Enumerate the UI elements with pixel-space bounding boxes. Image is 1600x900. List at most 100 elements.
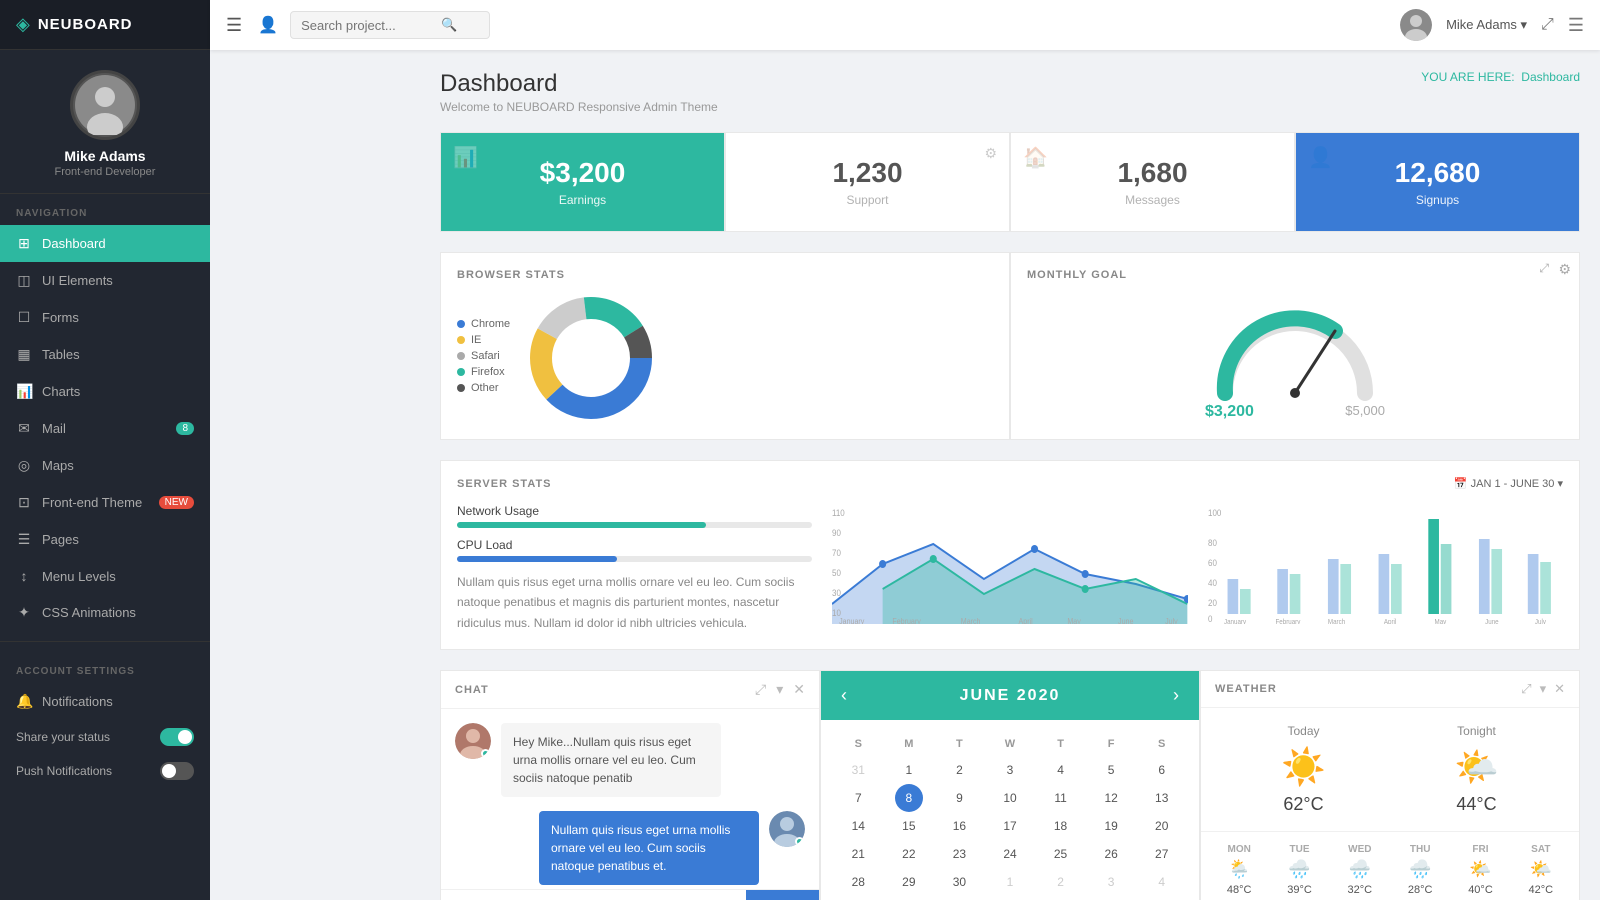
sidebar-item-pages[interactable]: ☰ Pages [0,521,210,558]
chat-expand-icon[interactable]: ⤢ [755,681,766,698]
search-input[interactable] [301,18,441,33]
user-icon-button[interactable]: 👤 [258,15,278,35]
calendar-day[interactable]: 4 [1136,868,1187,896]
calendar-day[interactable]: 12 [1086,784,1137,812]
tables-icon: ▦ [16,346,32,363]
calendar-day[interactable]: 18 [1035,812,1086,840]
calendar-day[interactable]: 29 [884,868,935,896]
monthly-goal-title: MONTHLY GOAL [1027,269,1563,281]
sidebar-item-mail[interactable]: ✉ Mail 8 [0,410,210,447]
push-notifications-toggle[interactable] [160,762,194,780]
svg-text:June: June [1485,619,1499,624]
calendar-day[interactable]: 1 [884,756,935,784]
calendar-day[interactable]: 10 [985,784,1036,812]
sidebar-item-notifications[interactable]: 🔔 Notifications [0,683,210,720]
area-chart: 110 90 70 50 30 10 January February Marc… [832,504,1187,624]
goal-current: $3,200 [1205,403,1254,421]
legend-other: Other [457,382,510,394]
calendar-day[interactable]: 27 [1136,840,1187,868]
main-content: Dashboard Welcome to NEUBOARD Responsive… [420,50,1600,900]
calendar-day[interactable]: 4 [1035,756,1086,784]
gear-icon[interactable]: ⚙ [984,145,997,162]
calendar-day[interactable]: 17 [985,812,1036,840]
avatar [70,70,140,140]
topbar-menu-icon[interactable]: ☰ [1568,15,1584,36]
frontend-theme-icon: ⊡ [16,494,32,511]
calendar-day[interactable]: 6 [1136,756,1187,784]
sidebar-item-charts[interactable]: 📊 Charts [0,373,210,410]
calendar-day[interactable]: 8 [895,784,923,812]
share-status-toggle[interactable] [160,728,194,746]
svg-text:50: 50 [832,568,841,579]
calendar-day[interactable]: 28 [833,868,884,896]
sidebar-item-maps[interactable]: ◎ Maps [0,447,210,484]
calendar-day[interactable]: 26 [1086,840,1137,868]
sidebar-item-ui-elements[interactable]: ◫ UI Elements [0,262,210,299]
weather-collapse-icon[interactable]: ▾ [1540,681,1547,697]
calendar-day[interactable]: 3 [1086,868,1137,896]
svg-text:40: 40 [1208,578,1217,589]
calendar-day[interactable]: 16 [934,812,985,840]
messages-card: 🏠 1,680 Messages [1010,132,1295,232]
sidebar-item-menu-levels[interactable]: ↕ Menu Levels [0,558,210,594]
expand-icon[interactable]: ⤢ [1541,16,1554,34]
calendar-day[interactable]: 1 [985,868,1036,896]
weather-forecast: MON 🌦️ 48°C TUE 🌧️ 39°C WED 🌧️ 32°C THU … [1201,832,1579,900]
weather-close-icon[interactable]: ✕ [1554,681,1565,697]
bar-chart-section: 100 80 60 40 20 0 [1208,504,1563,633]
calendar-day[interactable]: 20 [1136,812,1187,840]
svg-text:May: May [1434,619,1446,624]
calendar-day[interactable]: 31 [833,756,884,784]
sidebar-item-label: Front-end Theme [42,495,142,510]
svg-text:0: 0 [1208,614,1213,624]
calendar-day[interactable]: 15 [884,812,935,840]
calendar-week-row: 14151617181920 [833,812,1187,840]
calendar-weeks: 3112345678910111213141516171819202122232… [833,756,1187,896]
calendar-day[interactable]: 14 [833,812,884,840]
chat-collapse-icon[interactable]: ▾ [776,681,783,698]
calendar-day[interactable]: 19 [1086,812,1137,840]
calendar-day[interactable]: 9 [934,784,985,812]
calendar-day[interactable]: 24 [985,840,1036,868]
signups-value: 12,680 [1395,157,1481,189]
bottom-row: CHAT ⤢ ▾ ✕ Hey Mike...Nullam quis risus … [440,670,1580,900]
calendar-next-button[interactable]: › [1173,685,1179,706]
forms-icon: ☐ [16,309,32,326]
calendar-prev-button[interactable]: ‹ [841,685,847,706]
push-notifications-label: Push Notifications [16,764,160,778]
calendar-day[interactable]: 7 [833,784,884,812]
calendar-day[interactable]: 25 [1035,840,1086,868]
sidebar-item-frontend-theme[interactable]: ⊡ Front-end Theme NEW [0,484,210,521]
sidebar-item-forms[interactable]: ☐ Forms [0,299,210,336]
chat-input[interactable] [441,890,746,900]
chat-send-button[interactable]: SEND [746,890,819,900]
sidebar-item-tables[interactable]: ▦ Tables [0,336,210,373]
weather-expand-icon[interactable]: ⤢ [1521,681,1531,697]
hamburger-button[interactable]: ☰ [226,15,242,36]
calendar-day[interactable]: 23 [934,840,985,868]
topbar-avatar [1400,9,1432,41]
signups-icon: 👤 [1308,145,1333,170]
calendar-day[interactable]: 2 [934,756,985,784]
server-desc: Nullam quis risus eget urna mollis ornar… [457,572,812,633]
sidebar-item-label: Dashboard [42,236,106,251]
calendar-day[interactable]: 11 [1035,784,1086,812]
calendar-day[interactable]: 22 [884,840,935,868]
cpu-progress-fill [457,556,617,562]
calendar-day[interactable]: 13 [1136,784,1187,812]
calendar-day[interactable]: 2 [1035,868,1086,896]
goal-gear-icon[interactable]: ⚙ [1558,261,1571,278]
goal-expand-icon[interactable]: ⤢ [1539,261,1549,276]
calendar-day[interactable]: 21 [833,840,884,868]
chat-bubble-sent: Nullam quis risus eget urna mollis ornar… [539,811,759,885]
page-header: Dashboard Welcome to NEUBOARD Responsive… [440,70,1580,114]
sidebar-item-dashboard[interactable]: ⊞ Dashboard [0,225,210,262]
calendar-day[interactable]: 30 [934,868,985,896]
calendar-day[interactable]: 5 [1086,756,1137,784]
calendar-day[interactable]: 3 [985,756,1036,784]
push-notifications-row: Push Notifications [0,754,210,788]
chat-close-icon[interactable]: ✕ [793,681,805,698]
sidebar-item-css-animations[interactable]: ✦ CSS Animations [0,594,210,631]
sidebar-item-label: Notifications [42,694,113,709]
dow-m: M [884,732,935,756]
